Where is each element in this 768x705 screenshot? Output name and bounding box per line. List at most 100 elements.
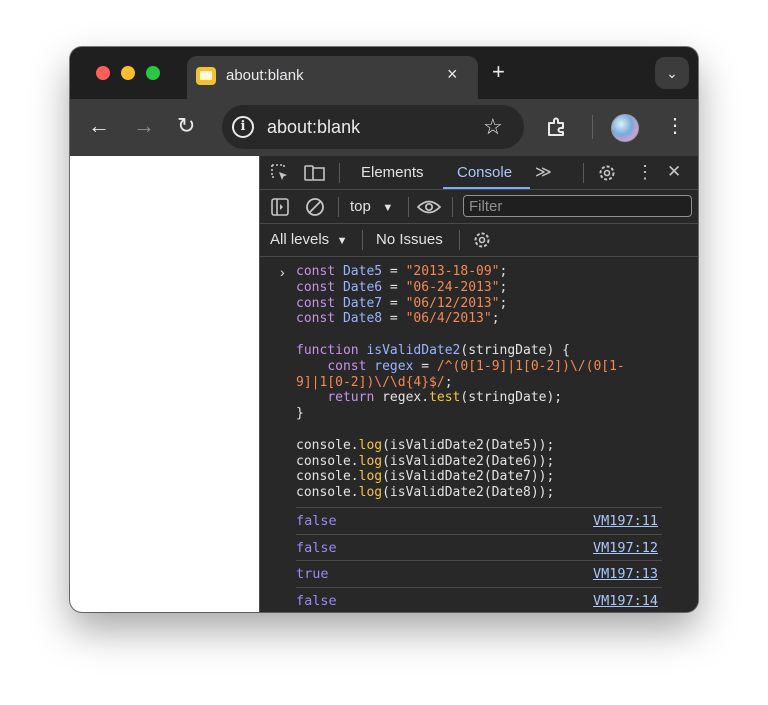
code-token: ; [499,295,508,311]
source-link[interactable]: VM197:11 [593,513,658,529]
tab-search-button[interactable]: ⌄ [655,57,689,89]
code-token: const [296,311,343,327]
code-token: "06/12/2013" [405,295,500,311]
profile-avatar[interactable] [611,114,639,142]
code-token: Date8 [342,311,383,327]
bookmark-star-icon[interactable]: ☆ [483,114,503,140]
code-token: = [382,279,406,295]
new-tab-button[interactable]: + [492,61,505,83]
browser-window: about:blank × + ⌄ ← → ↻ i about:blank ☆ … [70,47,698,612]
code-token: "06-24-2013" [405,279,500,295]
close-window-button[interactable] [96,66,110,80]
source-link[interactable]: VM197:12 [593,540,658,556]
page-favicon-icon [196,67,216,85]
extensions-puzzle-icon[interactable] [545,115,569,139]
live-expression-eye-icon[interactable] [417,198,441,216]
code-token: ; [499,279,508,295]
settings-gear-icon[interactable] [597,163,617,183]
code-token: } [296,406,304,422]
code-token: log [358,485,383,501]
input-chevron-icon: › [280,264,285,280]
code-token: console. [296,453,359,469]
clear-console-icon[interactable] [305,197,325,217]
devtools-menu-icon[interactable]: ⋮ [636,163,654,181]
devtools-divider [452,197,453,217]
zoom-window-button[interactable] [146,66,160,80]
console-message-row: false VM197:12 [296,533,662,561]
close-tab-icon[interactable]: × [447,65,458,83]
caret-down-icon: ▼ [382,202,394,214]
code-token: /^(0[1-9]|1[0-2])\/(0[1- [436,358,625,374]
sidebar-toggle-icon[interactable] [271,198,289,216]
console-message-row: false VM197:11 [296,507,662,534]
caret-down-icon: ▼ [336,235,348,247]
code-token: log [358,437,383,453]
forward-button[interactable]: → [133,115,155,137]
chevron-down-icon: ⌄ [666,65,678,81]
code-token: (stringDate) { [460,342,570,358]
back-button[interactable]: ← [88,115,110,137]
code-line: } [296,406,304,421]
code-token: log [358,453,383,469]
code-line: 9]|1[0-2])\/\d{4}$/; [296,375,453,390]
device-toolbar-icon[interactable] [304,164,326,182]
source-link[interactable]: VM197:14 [593,593,658,609]
context-label: top [350,198,371,215]
source-link[interactable]: VM197:13 [593,566,658,582]
address-bar[interactable]: i about:blank ☆ [222,105,524,149]
log-levels-label: All levels [270,231,330,248]
code-line: const regex = /^(0[1-9]|1[0-2])\/(0[1- [296,358,625,374]
reload-button[interactable]: ↻ [177,115,195,137]
close-devtools-icon[interactable]: ✕ [667,163,681,180]
log-levels-dropdown[interactable]: All levels ▼ [270,231,348,249]
browser-tab[interactable]: about:blank × [187,56,478,99]
active-tab-indicator [443,187,530,189]
code-token: const [327,358,375,374]
code-token: const [296,279,343,295]
code-token: (isValidDate2(Date7)); [382,469,555,485]
code-token: = [382,295,406,311]
code-token: (isValidDate2(Date8)); [382,485,555,501]
more-tabs-icon[interactable]: ≫ [535,165,552,181]
minimize-window-button[interactable] [121,66,135,80]
log-value: false [296,592,337,609]
code-token: test [429,390,461,406]
title-bar: about:blank × + ⌄ [70,47,698,99]
console-output: › const Date5 = "2013-18-09"; const Date… [260,257,698,612]
code-token: = [382,264,406,279]
tab-elements[interactable]: Elements [361,164,424,181]
code-token: log [358,469,383,485]
code-token: Date6 [342,279,383,295]
devtools-panel: Elements Console ≫ ⋮ ✕ top ▼ Filter All … [259,156,698,612]
code-line: return regex.test(stringDate); [296,390,562,405]
context-selector[interactable]: top ▼ [350,198,393,216]
browser-menu-icon[interactable]: ⋮ [665,115,685,137]
tab-title: about:blank [226,67,304,84]
code-token: console. [296,437,359,453]
console-settings-gear-icon[interactable] [472,230,492,250]
code-token: function [296,342,367,358]
site-info-icon[interactable]: i [232,116,254,138]
issues-counter[interactable]: No Issues [376,231,443,248]
code-token: isValidDate2 [366,342,461,358]
devtools-divider [459,230,460,250]
tab-console[interactable]: Console [457,164,512,181]
filter-placeholder: Filter [469,198,503,215]
code-line: const Date7 = "06/12/2013"; [296,296,507,311]
code-line: const Date6 = "06-24-2013"; [296,280,507,295]
devtools-divider [339,163,340,183]
url-text[interactable]: about:blank [267,117,360,138]
code-line: console.log(isValidDate2(Date5)); [296,438,554,453]
code-token: = [382,311,406,327]
console-levels-bar: All levels ▼ No Issues [260,224,698,257]
log-value: false [296,513,337,529]
filter-input[interactable]: Filter [463,195,692,217]
code-token: return [327,390,383,406]
inspect-element-icon[interactable] [271,164,289,182]
console-input-code[interactable]: const Date5 = "2013-18-09"; const Date6 … [296,264,625,501]
code-token: const [296,295,343,311]
console-toolbar: top ▼ Filter [260,190,698,224]
code-token: = [413,358,437,374]
